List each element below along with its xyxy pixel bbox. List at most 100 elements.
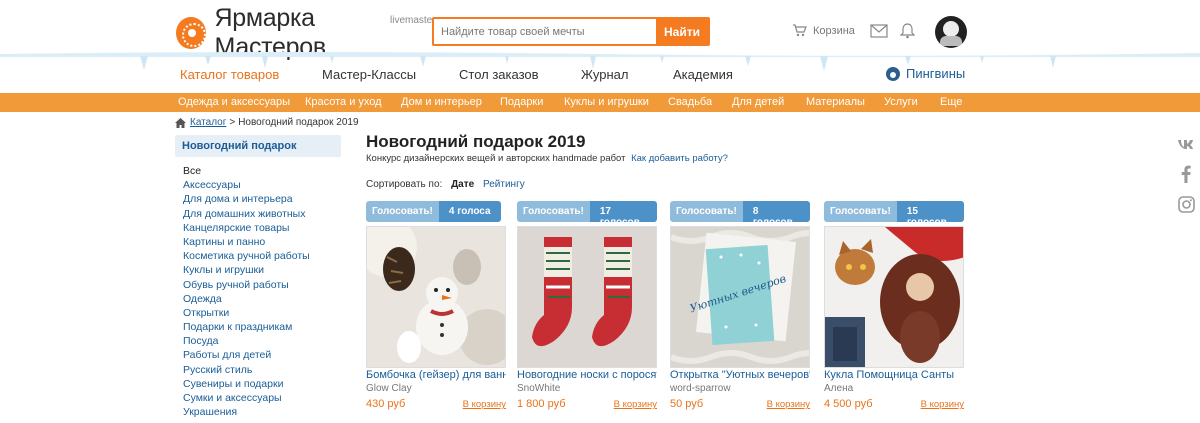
user-menu[interactable]: Пингвины (886, 66, 965, 81)
add-to-cart-link[interactable]: В корзину (767, 399, 810, 410)
category-materials[interactable]: Материалы (806, 96, 865, 108)
nav-journal[interactable]: Журнал (581, 67, 628, 82)
vk-icon[interactable] (1172, 131, 1200, 157)
category-beauty[interactable]: Красота и уход (305, 96, 382, 108)
search-bar: Найти (432, 17, 710, 46)
cart-label: Корзина (813, 24, 855, 37)
product-card: Голосовать! 4 голоса Бомбочка (гейзер) д… (366, 201, 506, 423)
sort-by-rating[interactable]: Рейтингу (483, 179, 525, 190)
vote-button[interactable]: Голосовать! (517, 201, 590, 222)
product-image[interactable] (824, 226, 964, 368)
category-clothing[interactable]: Одежда и аксессуары (178, 96, 290, 108)
sidebar-item[interactable]: Работы для детей (183, 349, 310, 363)
user-icon (886, 66, 900, 81)
sidebar-item[interactable]: Для дома и интерьера (183, 193, 310, 207)
page-subtitle: Конкурс дизайнерских вещей и авторских h… (366, 153, 728, 164)
sort-label: Сортировать по: (366, 179, 443, 190)
page-title: Новогодний подарок 2019 (366, 132, 586, 151)
product-name[interactable]: Открытка "Уютных вечеров" (670, 369, 810, 381)
how-to-add-link[interactable]: Как добавить работу? (631, 153, 728, 164)
nav-academy[interactable]: Академия (673, 67, 733, 82)
user-name: Пингвины (906, 66, 966, 81)
product-author[interactable]: Алена (824, 383, 853, 394)
vote-control[interactable]: Голосовать! 17 голосов (517, 201, 657, 222)
product-card: Голосовать! 15 голосов Кукла Помощница С… (824, 201, 964, 423)
sidebar-item[interactable]: Посуда (183, 335, 310, 349)
cart-icon (793, 24, 807, 37)
category-more[interactable]: Еще (940, 96, 962, 108)
sidebar-item[interactable]: Подарки к праздникам (183, 321, 310, 335)
vote-count: 17 голосов (589, 201, 657, 222)
sidebar-item[interactable]: Для домашних животных (183, 208, 310, 222)
product-author[interactable]: Glow Clay (366, 383, 412, 394)
product-image[interactable] (366, 226, 506, 368)
sidebar-category-list: Все Аксессуары Для дома и интерьера Для … (183, 165, 310, 420)
product-author[interactable]: SnoWhite (517, 383, 560, 394)
category-wedding[interactable]: Свадьба (668, 96, 712, 108)
vote-count: 8 голосов (742, 201, 810, 222)
site-logo[interactable]: Ярмарка Мастеров (176, 4, 416, 61)
sidebar-item[interactable]: Картины и панно (183, 236, 310, 250)
sidebar-item[interactable]: Сумки и аксессуары (183, 392, 310, 406)
sidebar-item[interactable]: Косметика ручной работы (183, 250, 310, 264)
nav-orders-table[interactable]: Стол заказов (459, 67, 539, 82)
add-to-cart-link[interactable]: В корзину (921, 399, 964, 410)
breadcrumb: Каталог > Новогодний подарок 2019 (175, 117, 359, 128)
breadcrumb-catalog[interactable]: Каталог (190, 117, 226, 128)
category-dolls[interactable]: Куклы и игрушки (564, 96, 649, 108)
product-price: 430 руб (366, 398, 406, 410)
sidebar-item[interactable]: Украшения (183, 406, 310, 420)
vote-control[interactable]: Голосовать! 8 голосов (670, 201, 810, 222)
breadcrumb-separator: > (229, 117, 236, 128)
product-price: 4 500 руб (824, 398, 873, 410)
category-home[interactable]: Дом и интерьер (401, 96, 482, 108)
cart-link[interactable]: Корзина (792, 24, 855, 37)
sidebar-item[interactable]: Русский стиль (183, 364, 310, 378)
facebook-icon[interactable] (1172, 161, 1200, 187)
bell-icon[interactable] (900, 22, 915, 39)
vote-control[interactable]: Голосовать! 15 голосов (824, 201, 964, 222)
sidebar-item[interactable]: Сувениры и подарки (183, 378, 310, 392)
vote-button[interactable]: Голосовать! (824, 201, 897, 222)
search-button[interactable]: Найти (656, 19, 708, 44)
sidebar-item[interactable]: Одежда (183, 293, 310, 307)
vote-count: 15 голосов (896, 201, 964, 222)
logo-sun-icon (176, 17, 206, 49)
sort-controls: Сортировать по: Дате Рейтингу (366, 179, 525, 190)
vote-button[interactable]: Голосовать! (366, 201, 439, 222)
user-avatar[interactable] (935, 16, 967, 48)
sidebar-item[interactable]: Обувь ручной работы (183, 279, 310, 293)
search-input[interactable] (434, 19, 656, 44)
category-kids[interactable]: Для детей (732, 96, 784, 108)
product-name[interactable]: Новогодние носки с поросятами (517, 369, 657, 381)
product-card: Голосовать! 17 голосов Новогодние носки … (517, 201, 657, 423)
breadcrumb-current: Новогодний подарок 2019 (238, 117, 359, 128)
category-services[interactable]: Услуги (884, 96, 918, 108)
sidebar-item[interactable]: Открытки (183, 307, 310, 321)
nav-master-classes[interactable]: Мастер-Классы (322, 67, 416, 82)
product-card: Голосовать! 8 голосов Уютных вечеров Отк… (670, 201, 810, 423)
sidebar-item[interactable]: Аксессуары (183, 179, 310, 193)
mail-icon[interactable] (870, 24, 888, 38)
product-price: 1 800 руб (517, 398, 566, 410)
vote-control[interactable]: Голосовать! 4 голоса (366, 201, 501, 222)
product-image[interactable] (517, 226, 657, 368)
product-image[interactable]: Уютных вечеров (670, 226, 810, 368)
sort-by-date[interactable]: Дате (451, 179, 474, 190)
sidebar-item[interactable]: Куклы и игрушки (183, 264, 310, 278)
product-author[interactable]: word-sparrow (670, 383, 731, 394)
product-name[interactable]: Кукла Помощница Санты (824, 369, 964, 381)
home-icon[interactable] (175, 117, 186, 128)
add-to-cart-link[interactable]: В корзину (463, 399, 506, 410)
sidebar-item[interactable]: Канцелярские товары (183, 222, 310, 236)
category-gifts[interactable]: Подарки (500, 96, 543, 108)
sidebar-heading[interactable]: Новогодний подарок (175, 135, 341, 157)
sidebar-item[interactable]: Все (183, 165, 310, 179)
nav-catalog[interactable]: Каталог товаров (180, 67, 279, 82)
product-name[interactable]: Бомбочка (гейзер) для ванн (366, 369, 506, 381)
instagram-icon[interactable] (1172, 191, 1200, 217)
subtitle-text: Конкурс дизайнерских вещей и авторских h… (366, 153, 626, 164)
vote-button[interactable]: Голосовать! (670, 201, 743, 222)
category-bar: Одежда и аксессуары Красота и уход Дом и… (0, 93, 1200, 112)
add-to-cart-link[interactable]: В корзину (614, 399, 657, 410)
